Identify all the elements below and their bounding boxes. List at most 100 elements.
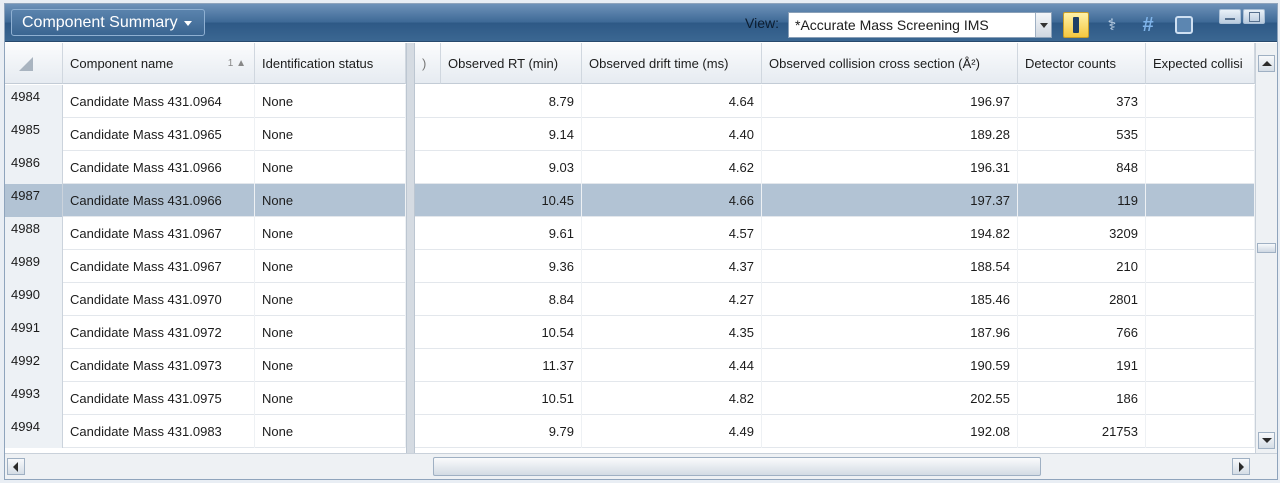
cell-identification-status[interactable]: None xyxy=(255,250,406,283)
cell-component-name[interactable]: Candidate Mass 431.0972 xyxy=(63,316,255,349)
table-row[interactable]: 4987 Candidate Mass 431.0966 None 10.45 4.66… xyxy=(5,184,1255,217)
row-header[interactable]: 4990 xyxy=(5,283,63,316)
cell-identification-status[interactable]: None xyxy=(255,283,406,316)
cell-observed-rt[interactable]: 11.37 xyxy=(441,349,582,382)
cell-observed-rt[interactable]: 9.79 xyxy=(441,415,582,448)
cell-observed-ccs[interactable]: 185.46 xyxy=(762,283,1018,316)
table-row[interactable]: 4985 Candidate Mass 431.0965 None 9.14 4.40 1… xyxy=(5,118,1255,151)
cell-observed-ccs[interactable]: 189.28 xyxy=(762,118,1018,151)
view-dropdown-button[interactable] xyxy=(1035,13,1051,37)
table-row[interactable]: 4993 Candidate Mass 431.0975 None 10.51 4.82… xyxy=(5,382,1255,415)
cell-component-name[interactable]: Candidate Mass 431.0983 xyxy=(63,415,255,448)
cell-observed-ccs[interactable]: 192.08 xyxy=(762,415,1018,448)
cell-detector-counts[interactable]: 2801 xyxy=(1018,283,1146,316)
cell-observed-drift-time[interactable]: 4.27 xyxy=(582,283,762,316)
maximize-button[interactable] xyxy=(1243,9,1265,24)
cell-detector-counts[interactable]: 535 xyxy=(1018,118,1146,151)
cell-observed-ccs[interactable]: 197.37 xyxy=(762,184,1018,217)
column-header-component-name[interactable]: Component name 1 ▲ xyxy=(63,43,255,84)
row-header[interactable]: 4993 xyxy=(5,382,63,415)
cell-observed-drift-time[interactable]: 4.64 xyxy=(582,85,762,118)
cell-component-name[interactable]: Candidate Mass 431.0970 xyxy=(63,283,255,316)
row-header[interactable]: 4992 xyxy=(5,349,63,382)
column-header-detector-counts[interactable]: Detector counts xyxy=(1018,43,1146,84)
cell-observed-rt[interactable]: 10.45 xyxy=(441,184,582,217)
cell-observed-ccs[interactable]: 187.96 xyxy=(762,316,1018,349)
cell-observed-ccs[interactable]: 196.97 xyxy=(762,85,1018,118)
column-header-clipped[interactable]: ) xyxy=(415,43,441,84)
cell-component-name[interactable]: Candidate Mass 431.0965 xyxy=(63,118,255,151)
cell-identification-status[interactable]: None xyxy=(255,217,406,250)
scroll-right-button[interactable] xyxy=(1232,458,1250,475)
cell-detector-counts[interactable]: 373 xyxy=(1018,85,1146,118)
cell-observed-ccs[interactable]: 196.31 xyxy=(762,151,1018,184)
cell-component-name[interactable]: Candidate Mass 431.0967 xyxy=(63,250,255,283)
cell-identification-status[interactable]: None xyxy=(255,151,406,184)
vertical-scroll-thumb[interactable] xyxy=(1257,243,1276,253)
horizontal-scrollbar[interactable] xyxy=(5,453,1277,479)
row-header[interactable]: 4991 xyxy=(5,316,63,349)
cell-detector-counts[interactable]: 766 xyxy=(1018,316,1146,349)
row-header[interactable]: 4986 xyxy=(5,151,63,184)
minimize-button[interactable] xyxy=(1219,9,1241,24)
cell-expected-ccs[interactable] xyxy=(1146,118,1255,151)
cell-detector-counts[interactable]: 191 xyxy=(1018,349,1146,382)
cell-observed-rt[interactable]: 8.79 xyxy=(441,85,582,118)
column-header-identification-status[interactable]: Identification status xyxy=(255,43,406,84)
vertical-scrollbar[interactable] xyxy=(1255,43,1277,453)
column-header-observed-ccs[interactable]: Observed collision cross section (Å²) xyxy=(762,43,1018,84)
cell-observed-drift-time[interactable]: 4.35 xyxy=(582,316,762,349)
cell-observed-drift-time[interactable]: 4.57 xyxy=(582,217,762,250)
row-header[interactable]: 4984 xyxy=(5,85,63,118)
cell-observed-drift-time[interactable]: 4.62 xyxy=(582,151,762,184)
cell-component-name[interactable]: Candidate Mass 431.0975 xyxy=(63,382,255,415)
row-header[interactable]: 4989 xyxy=(5,250,63,283)
table-row[interactable]: 4989 Candidate Mass 431.0967 None 9.36 4.37 1… xyxy=(5,250,1255,283)
cell-component-name[interactable]: Candidate Mass 431.0973 xyxy=(63,349,255,382)
row-header[interactable]: 4987 xyxy=(5,184,63,217)
cell-expected-ccs[interactable] xyxy=(1146,349,1255,382)
cell-observed-ccs[interactable]: 194.82 xyxy=(762,217,1018,250)
horizontal-scroll-thumb[interactable] xyxy=(433,457,1041,476)
cell-observed-rt[interactable]: 9.03 xyxy=(441,151,582,184)
cell-observed-drift-time[interactable]: 4.49 xyxy=(582,415,762,448)
cell-detector-counts[interactable]: 3209 xyxy=(1018,217,1146,250)
scroll-up-button[interactable] xyxy=(1258,55,1275,72)
table-row[interactable]: 4986 Candidate Mass 431.0966 None 9.03 4.62 1… xyxy=(5,151,1255,184)
biology-icon[interactable]: ⚕ xyxy=(1099,12,1125,38)
cell-component-name[interactable]: Candidate Mass 431.0966 xyxy=(63,151,255,184)
cell-identification-status[interactable]: None xyxy=(255,316,406,349)
highlight-icon[interactable] xyxy=(1063,12,1089,38)
cell-expected-ccs[interactable] xyxy=(1146,382,1255,415)
select-all-corner[interactable] xyxy=(5,43,63,84)
row-header[interactable]: 4985 xyxy=(5,118,63,151)
column-header-observed-drift-time[interactable]: Observed drift time (ms) xyxy=(582,43,762,84)
cell-expected-ccs[interactable] xyxy=(1146,250,1255,283)
cell-observed-ccs[interactable]: 190.59 xyxy=(762,349,1018,382)
cell-observed-drift-time[interactable]: 4.40 xyxy=(582,118,762,151)
cell-identification-status[interactable]: None xyxy=(255,184,406,217)
cell-detector-counts[interactable]: 848 xyxy=(1018,151,1146,184)
cell-identification-status[interactable]: None xyxy=(255,382,406,415)
column-header-observed-rt[interactable]: Observed RT (min) xyxy=(441,43,582,84)
table-row[interactable]: 4984 Candidate Mass 431.0964 None 8.79 4.64 1… xyxy=(5,85,1255,118)
table-row[interactable]: 4990 Candidate Mass 431.0970 None 8.84 4.27 1… xyxy=(5,283,1255,316)
cell-observed-drift-time[interactable]: 4.82 xyxy=(582,382,762,415)
view-select[interactable]: *Accurate Mass Screening IMS xyxy=(788,12,1052,38)
cell-expected-ccs[interactable] xyxy=(1146,415,1255,448)
frozen-column-splitter[interactable] xyxy=(406,43,415,453)
cell-observed-rt[interactable]: 9.36 xyxy=(441,250,582,283)
component-summary-menu[interactable]: Component Summary xyxy=(11,9,205,36)
cell-detector-counts[interactable]: 119 xyxy=(1018,184,1146,217)
cell-identification-status[interactable]: None xyxy=(255,85,406,118)
hash-icon[interactable]: # xyxy=(1135,12,1161,38)
export-icon[interactable] xyxy=(1171,12,1197,38)
cell-expected-ccs[interactable] xyxy=(1146,85,1255,118)
scroll-left-button[interactable] xyxy=(7,458,25,475)
cell-observed-drift-time[interactable]: 4.44 xyxy=(582,349,762,382)
cell-detector-counts[interactable]: 186 xyxy=(1018,382,1146,415)
cell-expected-ccs[interactable] xyxy=(1146,151,1255,184)
cell-observed-drift-time[interactable]: 4.37 xyxy=(582,250,762,283)
cell-observed-rt[interactable]: 10.51 xyxy=(441,382,582,415)
cell-component-name[interactable]: Candidate Mass 431.0967 xyxy=(63,217,255,250)
